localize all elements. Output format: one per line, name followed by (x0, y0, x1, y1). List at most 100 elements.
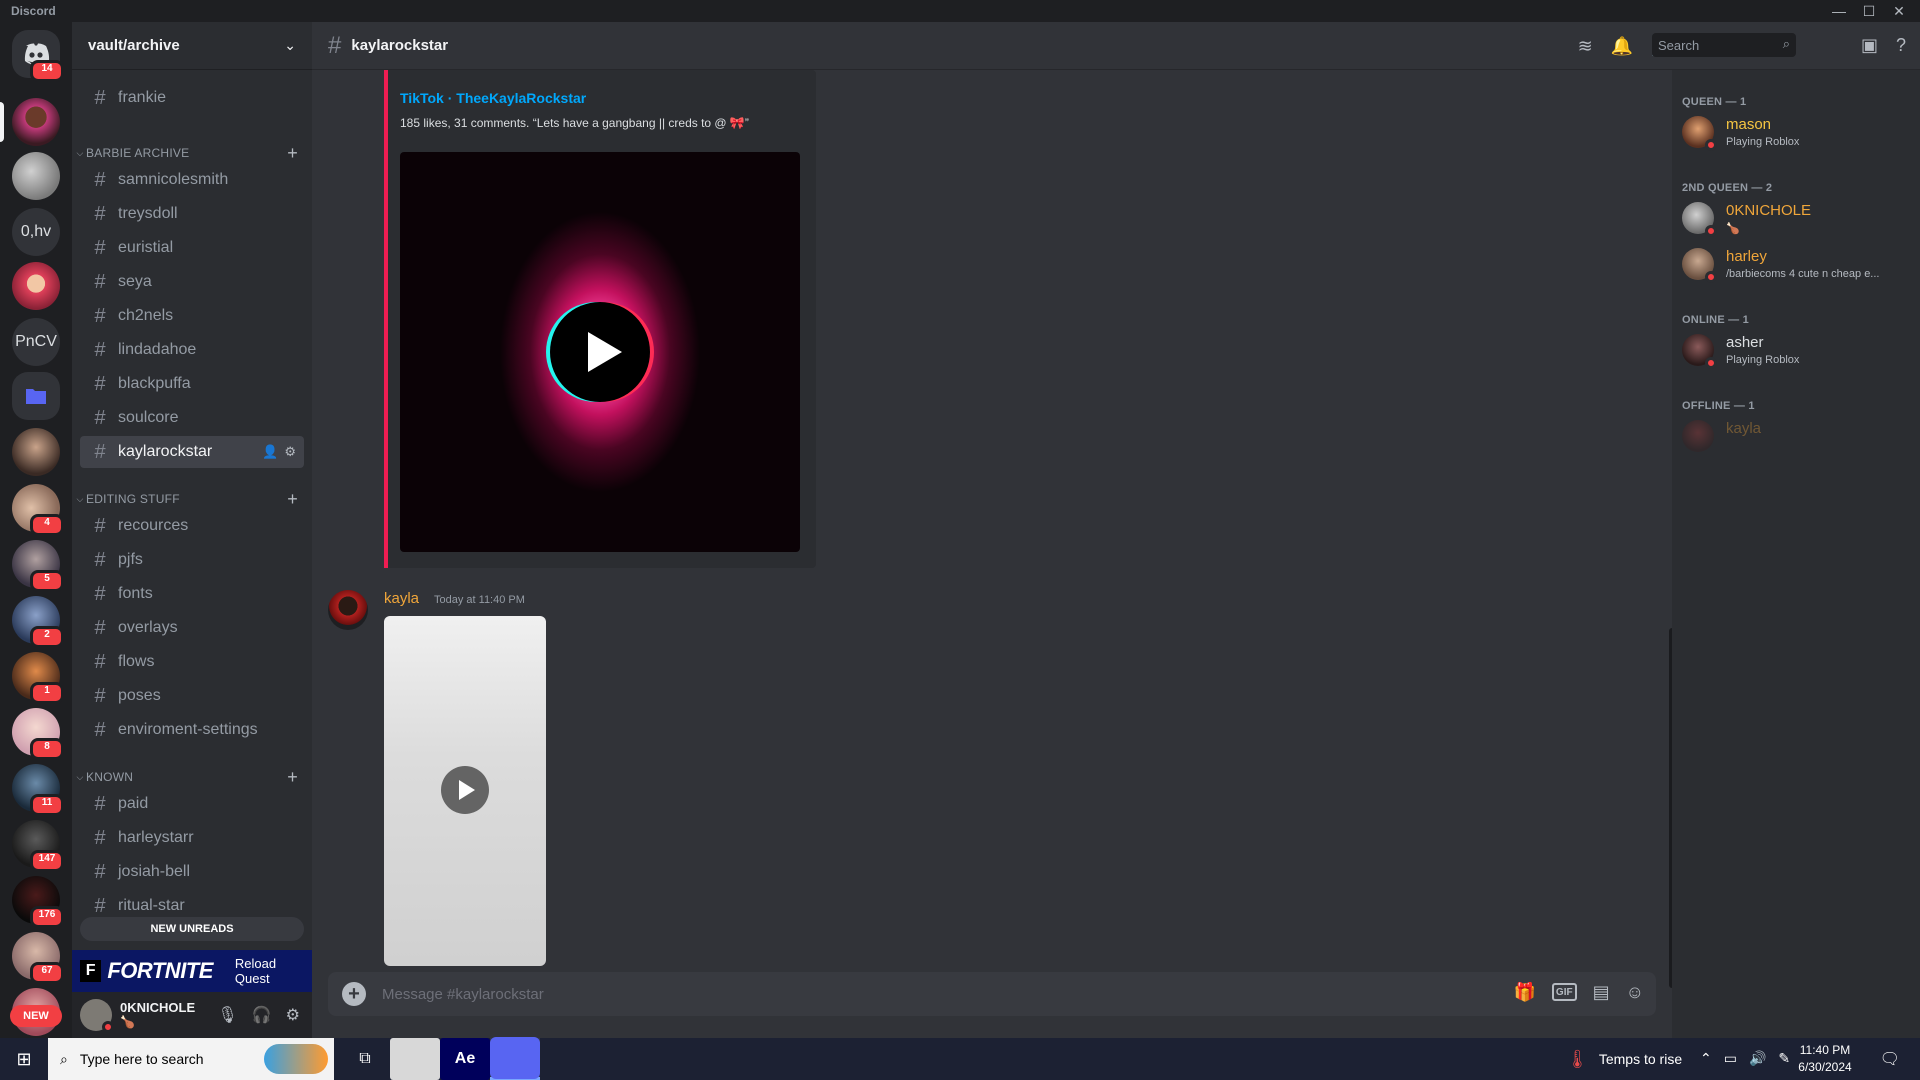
inbox-icon[interactable]: ▣ (1861, 35, 1878, 56)
new-servers-badge[interactable]: NEW (10, 1005, 62, 1027)
server-icon-text-2[interactable]: PnCV (12, 318, 60, 366)
channel-item[interactable]: # recources (80, 510, 304, 542)
clock[interactable]: 11:40 PM 6/30/2024 (1790, 1042, 1860, 1076)
server-icon-2[interactable] (12, 152, 60, 200)
chevron-up-icon[interactable]: ⌃ (1700, 1050, 1712, 1067)
pen-icon[interactable]: ✎ (1778, 1050, 1790, 1067)
clock-time: 11:40 PM (1799, 1043, 1851, 1057)
photos-app-icon[interactable] (390, 1038, 440, 1080)
task-view-icon[interactable]: ⧉ (340, 1038, 390, 1080)
member-item[interactable]: asher Playing Roblox (1680, 328, 1912, 372)
channel-item[interactable]: # fonts (80, 578, 304, 610)
channel-item[interactable]: # samnicolesmith (80, 164, 304, 196)
hashtag-icon: # (328, 31, 342, 59)
channel-item[interactable]: # lindadahoe (80, 334, 304, 366)
channel-item[interactable]: # josiah-bell (80, 856, 304, 888)
member-name: asher (1726, 334, 1764, 351)
channel-frankie[interactable]: # frankie (80, 82, 304, 114)
server-icon-12[interactable]: 176 (12, 876, 64, 928)
channel-label: treysdoll (118, 205, 178, 222)
channel-item[interactable]: # euristial (80, 232, 304, 264)
threads-icon[interactable]: ≋ (1578, 36, 1593, 57)
member-item-offline[interactable]: kayla (1680, 414, 1912, 458)
avatar[interactable] (328, 590, 368, 630)
after-effects-app-icon[interactable]: Ae (440, 1038, 490, 1080)
server-folder[interactable] (12, 372, 60, 420)
channel-label: seya (118, 273, 152, 290)
gif-icon[interactable]: GIF (1551, 983, 1577, 1001)
maximize-button[interactable]: ☐ (1854, 0, 1884, 22)
channel-item[interactable]: # treysdoll (80, 198, 304, 230)
headphones-icon[interactable]: 🎧 (252, 1005, 272, 1025)
channel-item[interactable]: # blackpuffa (80, 368, 304, 400)
server-icon-text-1[interactable]: 0,hv (12, 208, 60, 256)
direct-messages-button[interactable]: 14 (12, 30, 64, 82)
search-input[interactable]: Search ⌕ (1652, 33, 1796, 57)
weather-widget[interactable]: 🌡 Temps to rise (1566, 1038, 1682, 1080)
gear-icon[interactable]: ⚙ (284, 444, 296, 460)
category-editing-stuff[interactable]: ⌵ EDITING STUFF + (74, 489, 310, 509)
gift-icon[interactable]: 🎁 (1514, 982, 1536, 1003)
member-activity: /barbiecoms 4 cute n cheap e... (1726, 268, 1880, 280)
member-item[interactable]: harley /barbiecoms 4 cute n cheap e... (1680, 242, 1912, 286)
category-known[interactable]: ⌵ KNOWN + (74, 767, 310, 787)
server-icon-10[interactable]: 11 (12, 764, 64, 816)
channel-item[interactable]: # harleystarr (80, 822, 304, 854)
reload-quest-button[interactable]: Reload Quest (235, 956, 312, 986)
discord-app-icon[interactable] (490, 1036, 540, 1080)
channel-item[interactable]: # flows (80, 646, 304, 678)
notification-center-icon[interactable]: 🗨 (1880, 1049, 1900, 1069)
create-channel-icon[interactable]: + (287, 489, 298, 510)
volume-icon[interactable]: 🔊 (1749, 1050, 1766, 1067)
message-input[interactable]: Message #kaylarockstar (382, 986, 544, 1003)
sticker-icon[interactable]: ▤ (1593, 982, 1610, 1003)
minimize-button[interactable]: — (1824, 0, 1854, 22)
server-icon-3[interactable] (12, 262, 60, 310)
server-icon-8[interactable]: 1 (12, 652, 64, 704)
close-button[interactable]: ✕ (1884, 0, 1914, 22)
quest-banner[interactable]: F FORTNITE Reload Quest (72, 950, 312, 992)
embed-author-link[interactable]: TikTok · TheeKaylaRockstar (400, 90, 586, 106)
channel-item[interactable]: # poses (80, 680, 304, 712)
server-icon-5[interactable]: 4 (12, 484, 64, 536)
server-icon-4[interactable] (12, 428, 60, 476)
microphone-icon[interactable]: 🎙 (217, 1005, 237, 1025)
new-unreads-button[interactable]: NEW UNREADS (80, 917, 304, 941)
channel-item[interactable]: # pjfs (80, 544, 304, 576)
channel-item[interactable]: # paid (80, 788, 304, 820)
gear-icon[interactable]: ⚙ (286, 1005, 300, 1025)
member-item[interactable]: 0KNICHOLE 🍗 (1680, 196, 1912, 240)
play-icon[interactable] (550, 302, 650, 402)
windows-start-icon[interactable]: ⊞ (0, 1049, 48, 1070)
server-icon-6[interactable]: 5 (12, 540, 64, 592)
server-header[interactable]: vault/archive ⌄ (72, 22, 312, 70)
play-icon[interactable] (441, 766, 489, 814)
channel-item[interactable]: # seya (80, 266, 304, 298)
help-icon[interactable]: ? (1896, 35, 1906, 56)
invite-icon[interactable]: 👤 (262, 444, 278, 460)
channel-item-selected[interactable]: # kaylarockstar 👤 ⚙ (80, 436, 304, 468)
create-channel-icon[interactable]: + (287, 143, 298, 164)
channel-item[interactable]: # soulcore (80, 402, 304, 434)
create-channel-icon[interactable]: + (287, 767, 298, 788)
video-attachment[interactable] (384, 616, 546, 966)
bell-icon[interactable]: 🔔 (1611, 36, 1633, 57)
server-icon-11[interactable]: 147 (12, 820, 64, 872)
emoji-icon[interactable]: ☺ (1626, 982, 1644, 1003)
server-icon-13[interactable]: 67 (12, 932, 64, 984)
taskbar-search-input[interactable]: ⌕ Type here to search (48, 1038, 334, 1080)
attach-plus-icon[interactable]: + (342, 982, 366, 1006)
network-icon[interactable]: ▭ (1724, 1050, 1737, 1067)
server-icon-7[interactable]: 2 (12, 596, 64, 648)
server-icon-9[interactable]: 8 (12, 708, 64, 760)
message-author[interactable]: kayla (384, 590, 419, 607)
channel-item[interactable]: # overlays (80, 612, 304, 644)
avatar (1682, 248, 1717, 283)
channel-item[interactable]: # enviroment-settings (80, 714, 304, 746)
avatar[interactable] (80, 999, 114, 1033)
channel-item[interactable]: # ch2nels (80, 300, 304, 332)
server-icon-1[interactable] (12, 98, 60, 146)
category-barbie-archive[interactable]: ⌵ BARBIE ARCHIVE + (74, 143, 310, 163)
embed-video[interactable] (400, 152, 800, 552)
member-item[interactable]: mason Playing Roblox (1680, 110, 1912, 154)
